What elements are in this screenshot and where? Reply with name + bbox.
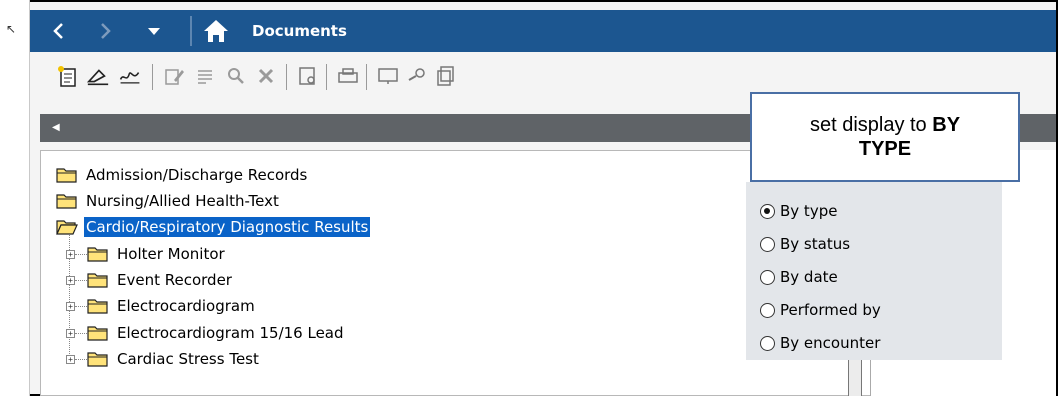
display-icon: [378, 68, 398, 84]
modify-button[interactable]: [162, 64, 186, 88]
search-icon: [228, 68, 244, 84]
copy-button[interactable]: [434, 64, 458, 88]
tree-item[interactable]: Cardio/Respiratory Diagnostic Results: [56, 215, 371, 239]
scroll-left-icon[interactable]: ◀: [52, 114, 60, 142]
expand-icon[interactable]: +: [66, 301, 75, 311]
radio-button[interactable]: [760, 335, 775, 351]
title-separator: [190, 16, 192, 46]
toolbar-separator: [286, 64, 287, 90]
tree-connector-line: [75, 305, 87, 307]
folder-icon: [87, 299, 108, 314]
radio-button[interactable]: [760, 236, 775, 252]
page-title: Documents: [252, 22, 347, 40]
callout-text: set display to: [809, 114, 933, 136]
radio-label: Performed by: [780, 301, 881, 319]
tree-connector-line: [75, 358, 87, 360]
tree-item-label: Cardiac Stress Test: [117, 350, 259, 368]
folder-icon: [87, 273, 108, 288]
tree-item-label: Electrocardiogram: [117, 297, 255, 315]
toolbar-separator: [366, 64, 367, 90]
forward-sign-icon: [119, 72, 140, 84]
tree-item-label: Event Recorder: [117, 271, 232, 289]
preview-icon: [299, 67, 315, 85]
view-icon: [408, 68, 425, 81]
preview-button[interactable]: [296, 64, 320, 88]
tree-item-label: Holter Monitor: [117, 245, 225, 263]
expand-icon[interactable]: +: [66, 328, 75, 338]
tree-item[interactable]: + Event Recorder: [66, 268, 234, 292]
tree-item-label: Admission/Discharge Records: [86, 166, 308, 184]
tree-item[interactable]: + Electrocardiogram: [66, 294, 257, 318]
radio-button[interactable]: [760, 269, 775, 285]
print-icon: [338, 68, 358, 83]
search-button[interactable]: [224, 64, 248, 88]
display-option[interactable]: By status: [760, 232, 850, 256]
folder-icon: [56, 168, 77, 183]
chevron-left-icon: [53, 23, 63, 39]
tree-connector-line: [75, 279, 87, 281]
sign-icon: [86, 69, 109, 86]
print-button[interactable]: [336, 64, 360, 88]
delete-button[interactable]: [254, 64, 278, 88]
tree-item[interactable]: + Holter Monitor: [66, 242, 227, 266]
new-document-icon: [58, 66, 76, 87]
expand-icon[interactable]: +: [66, 275, 75, 285]
expand-icon[interactable]: +: [66, 249, 75, 259]
callout-line-2: TYPE: [858, 138, 912, 160]
callout-bold-text: BY: [932, 114, 961, 136]
chevron-right-icon: [101, 23, 111, 39]
radio-button[interactable]: [760, 302, 775, 318]
tree-item-label: Electrocardiogram 15/16 Lead: [117, 324, 344, 342]
display-option[interactable]: Performed by: [760, 298, 881, 322]
expand-icon[interactable]: +: [66, 354, 75, 364]
folder-icon: [87, 247, 108, 262]
review-icon: [198, 70, 212, 84]
forward-sign-button[interactable]: [118, 64, 142, 88]
folder-open-icon: [56, 220, 78, 235]
display-button[interactable]: [376, 64, 400, 88]
left-strip: ↖: [0, 0, 30, 396]
radio-label: By encounter: [780, 334, 881, 352]
display-option[interactable]: By encounter: [760, 331, 880, 355]
tree-item[interactable]: + Electrocardiogram 15/16 Lead: [66, 321, 346, 345]
toolbar-separator: [152, 64, 153, 90]
radio-label: By date: [780, 268, 838, 286]
display-option[interactable]: By type: [760, 199, 837, 223]
tree-item-label: Nursing/Allied Health-Text: [86, 192, 279, 210]
toolbar-separator: [326, 64, 327, 90]
resize-handle-icon[interactable]: ↖: [6, 22, 16, 36]
instruction-callout: set display to BY TYPE: [750, 92, 1020, 182]
title-bar: Documents: [30, 10, 1056, 52]
radio-button[interactable]: [760, 203, 775, 219]
back-button[interactable]: [38, 10, 78, 52]
folder-icon: [87, 326, 108, 341]
tree-item[interactable]: + Cardiac Stress Test: [66, 347, 261, 371]
home-icon: [204, 20, 228, 42]
new-document-button[interactable]: [56, 64, 80, 88]
folder-icon: [87, 352, 108, 367]
caret-down-icon: [148, 28, 160, 35]
history-dropdown-button[interactable]: [134, 10, 174, 52]
tree-connector-line: [75, 332, 87, 334]
sign-button[interactable]: [86, 64, 110, 88]
home-button[interactable]: [202, 18, 230, 44]
tree-item[interactable]: Nursing/Allied Health-Text: [56, 189, 281, 213]
tree-item[interactable]: Admission/Discharge Records: [56, 163, 309, 187]
display-options: By type By status By date Performed by By en…: [746, 182, 1002, 360]
folder-icon: [56, 194, 77, 209]
delete-icon: [258, 68, 274, 84]
tree-connector-line: [75, 253, 87, 255]
forward-button[interactable]: [86, 10, 126, 52]
display-option[interactable]: By date: [760, 265, 838, 289]
callout-line-1: set display to BY: [810, 113, 960, 137]
modify-icon: [165, 69, 184, 85]
radio-label: By type: [780, 202, 838, 220]
review-button[interactable]: [194, 64, 218, 88]
tree-item-label: Cardio/Respiratory Diagnostic Results: [84, 217, 371, 237]
view-button[interactable]: [406, 64, 430, 88]
copy-icon: [437, 66, 454, 86]
radio-label: By status: [780, 235, 851, 253]
